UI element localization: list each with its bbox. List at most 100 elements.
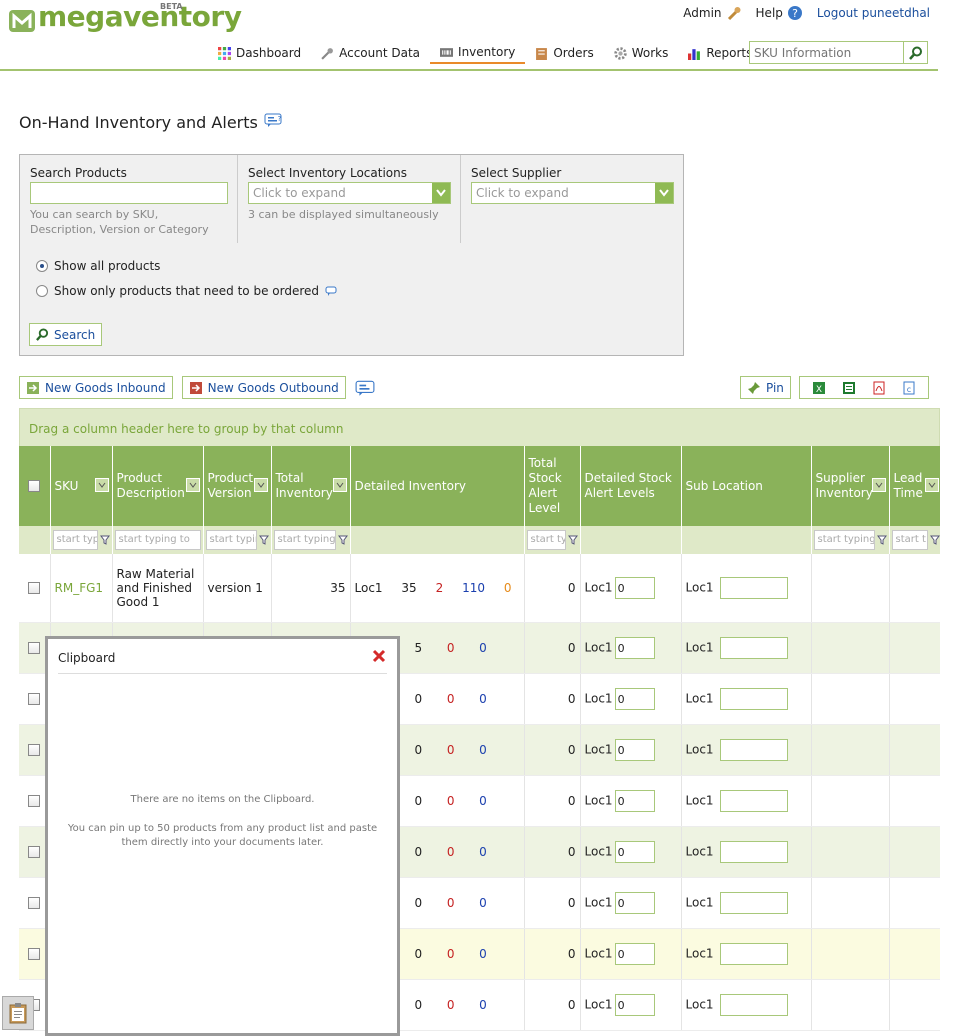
- col-supplier-inventory[interactable]: Supplier Inventory: [811, 446, 890, 526]
- nav-orders[interactable]: Orders: [525, 42, 603, 64]
- logout-link[interactable]: Logout puneetdhal: [817, 5, 930, 21]
- nav-dashboard[interactable]: Dashboard: [208, 42, 311, 64]
- filter-input-total[interactable]: start typing: [273, 530, 336, 550]
- table-row[interactable]: RM_FG1 Raw Material and Finished Good 1 …: [19, 554, 940, 623]
- search-button[interactable]: Search: [29, 323, 103, 346]
- filter-icon[interactable]: [258, 535, 269, 545]
- sub-location-input[interactable]: [719, 993, 788, 1016]
- close-icon[interactable]: [371, 648, 387, 664]
- row-checkbox[interactable]: [28, 692, 41, 705]
- filter-icon[interactable]: [567, 535, 578, 545]
- col-product-version[interactable]: Product Version: [203, 446, 272, 526]
- sku-search-button[interactable]: [903, 42, 927, 63]
- alert-level-input[interactable]: 0: [614, 687, 655, 710]
- help-bubble-icon[interactable]: [355, 380, 375, 396]
- sub-location-input[interactable]: [719, 789, 788, 812]
- col-detailed-stock-alert[interactable]: Detailed Stock Alert Levels: [580, 446, 682, 526]
- col-total-inventory[interactable]: Total Inventory: [271, 446, 351, 526]
- locations-select[interactable]: Click to expand: [248, 182, 451, 204]
- filter-icon[interactable]: [99, 535, 110, 545]
- row-checkbox[interactable]: [28, 794, 41, 807]
- alert-level-input[interactable]: 0: [614, 840, 655, 863]
- chevron-down-icon[interactable]: [332, 478, 347, 492]
- clipboard-toggle[interactable]: [2, 996, 34, 1030]
- excel-xlsx-export-icon[interactable]: [834, 381, 864, 395]
- row-checkbox[interactable]: [28, 845, 41, 858]
- sub-location-input[interactable]: [719, 636, 788, 659]
- new-goods-outbound-button[interactable]: New Goods Outbound: [181, 376, 346, 399]
- help-bubble-icon[interactable]: ?: [264, 113, 282, 127]
- sub-location-input[interactable]: [719, 942, 788, 965]
- radio-need-order[interactable]: Show only products that need to be order…: [36, 284, 337, 298]
- pin-button[interactable]: Pin: [740, 376, 791, 399]
- new-goods-inbound-button[interactable]: New Goods Inbound: [19, 376, 173, 399]
- col-detailed-inventory[interactable]: Detailed Inventory: [350, 446, 525, 526]
- chevron-down-icon[interactable]: [185, 478, 200, 492]
- filter-icon[interactable]: [929, 535, 940, 545]
- filter-cell: start typing: [811, 526, 890, 554]
- chevron-down-icon[interactable]: [655, 183, 673, 203]
- help-link[interactable]: Help ?: [756, 5, 803, 21]
- chevron-down-icon[interactable]: [432, 183, 450, 203]
- sku-search-input[interactable]: [750, 42, 903, 63]
- alert-level-input[interactable]: 0: [614, 891, 655, 914]
- sub-location-cell: Loc1: [681, 928, 812, 980]
- radio-show-all[interactable]: Show all products: [36, 259, 160, 273]
- filter-icon[interactable]: [876, 535, 887, 545]
- help-bubble-icon[interactable]: [325, 286, 337, 296]
- filter-input-lead[interactable]: start t: [891, 530, 928, 550]
- alert-level-input[interactable]: 0: [614, 636, 655, 659]
- clipboard-empty-message: There are no items on the Clipboard.: [130, 794, 315, 805]
- sub-location-cell: Loc1: [681, 673, 812, 725]
- inbound-icon: [27, 381, 39, 394]
- col-sku[interactable]: SKU: [50, 446, 113, 526]
- sku-cell[interactable]: RM_FG1: [50, 554, 113, 623]
- nav-works[interactable]: Works: [604, 42, 679, 64]
- csv-export-icon[interactable]: c: [894, 381, 924, 395]
- alert-level-input[interactable]: 0: [614, 576, 655, 599]
- chevron-down-icon[interactable]: [871, 478, 886, 492]
- radio-button[interactable]: [36, 260, 48, 272]
- filter-input-sku[interactable]: start typ: [52, 530, 98, 550]
- sub-location-input[interactable]: [719, 738, 788, 761]
- sub-location-input[interactable]: [719, 840, 788, 863]
- excel-export-icon[interactable]: X: [804, 381, 834, 395]
- filter-input-supplier[interactable]: start typing: [813, 530, 875, 550]
- admin-link[interactable]: Admin: [683, 5, 741, 21]
- chevron-down-icon[interactable]: [253, 478, 268, 492]
- row-checkbox[interactable]: [28, 743, 41, 756]
- row-checkbox[interactable]: [28, 641, 41, 654]
- svg-text:?: ?: [792, 7, 798, 20]
- row-checkbox[interactable]: [28, 947, 41, 960]
- sub-location-input[interactable]: [719, 891, 788, 914]
- select-all-checkbox[interactable]: [28, 480, 41, 492]
- sub-location-input[interactable]: [719, 687, 788, 710]
- supplier-placeholder: Click to expand: [476, 186, 569, 200]
- search-products-input[interactable]: [30, 182, 228, 204]
- col-lead-time[interactable]: Lead Time: [889, 446, 940, 526]
- group-by-bar[interactable]: Drag a column header here to group by th…: [19, 408, 940, 446]
- radio-button[interactable]: [36, 285, 48, 297]
- row-checkbox[interactable]: [28, 581, 41, 594]
- sub-location-input[interactable]: [719, 576, 788, 599]
- alert-level-input[interactable]: 0: [614, 789, 655, 812]
- filter-input-desc[interactable]: start typing to: [114, 530, 201, 550]
- alert-level-input[interactable]: 0: [614, 993, 655, 1016]
- filter-icon[interactable]: [337, 535, 348, 545]
- col-product-description[interactable]: Product Description: [112, 446, 204, 526]
- filter-input-alert[interactable]: start ty: [526, 530, 566, 550]
- chevron-down-icon[interactable]: [94, 478, 109, 492]
- filter-input-version[interactable]: start typin: [205, 530, 257, 550]
- row-checkbox[interactable]: [28, 896, 41, 909]
- search-icon: [908, 46, 922, 60]
- col-total-stock-alert[interactable]: Total Stock Alert Level: [524, 446, 581, 526]
- supplier-select[interactable]: Click to expand: [471, 182, 674, 204]
- nav-account-data[interactable]: Account Data: [311, 42, 430, 64]
- pdf-export-icon[interactable]: [864, 381, 894, 395]
- alert-level-input[interactable]: 0: [614, 942, 655, 965]
- alert-level-input[interactable]: 0: [614, 738, 655, 761]
- chevron-down-icon[interactable]: [924, 478, 939, 492]
- col-sub-location[interactable]: Sub Location: [681, 446, 812, 526]
- nav-inventory[interactable]: Inventory: [430, 42, 526, 64]
- locations-section: Select Inventory Locations Click to expa…: [238, 155, 461, 243]
